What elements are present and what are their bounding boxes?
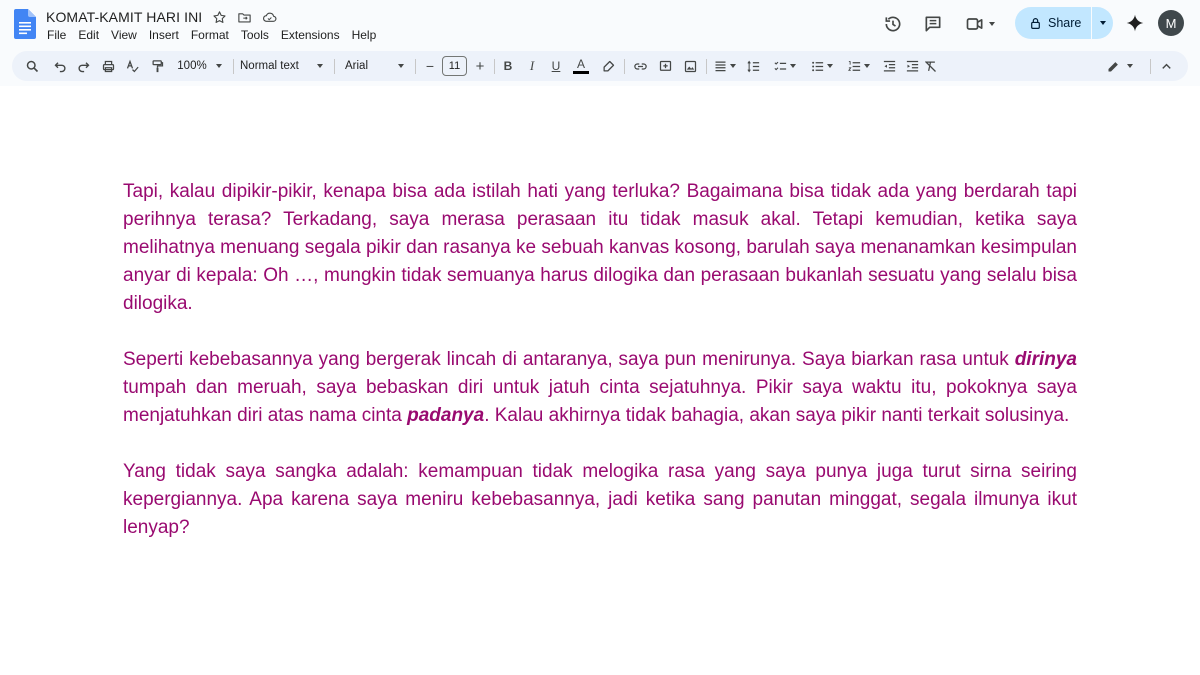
lock-icon: [1031, 17, 1040, 29]
document-title[interactable]: KOMAT-KAMIT HARI INI: [46, 9, 202, 25]
line-spacing-icon[interactable]: [742, 51, 764, 81]
add-comment-icon[interactable]: [654, 51, 676, 81]
menu-help[interactable]: Help: [346, 27, 383, 43]
title-row: KOMAT-KAMIT HARI INI: [46, 7, 277, 27]
paint-format-icon[interactable]: [146, 51, 168, 81]
menu-file[interactable]: File: [41, 27, 72, 43]
decrease-font-size-button[interactable]: −: [421, 51, 439, 81]
toolbar-divider: [415, 59, 416, 74]
edit-mode-icon[interactable]: [1099, 51, 1139, 81]
italic-label: I: [529, 58, 535, 73]
app-header: KOMAT-KAMIT HARI INI File Edit View Inse…: [0, 0, 1200, 48]
collapse-icon[interactable]: [1155, 51, 1177, 81]
document-page[interactable]: Tapi, kalau dipikir-pikir, kenapa bisa a…: [0, 86, 1200, 675]
numbered-caret-icon: [863, 64, 870, 68]
toolbar-divider: [233, 59, 234, 74]
text-color-label: A: [576, 57, 585, 71]
cloud-icon[interactable]: [261, 9, 277, 25]
toolbar-divider: [1150, 59, 1151, 74]
menu-edit[interactable]: Edit: [72, 27, 105, 43]
toolbar-divider: [624, 59, 625, 74]
font-select[interactable]: Arial: [345, 51, 385, 81]
indent-decrease-icon[interactable]: [878, 51, 900, 81]
style-value: Normal text: [240, 60, 299, 72]
underline-label: U: [551, 59, 561, 73]
toolbar-divider: [494, 59, 495, 74]
font-size-input[interactable]: 11: [442, 56, 467, 76]
formatting-toolbar: 100% Normal text Arial − 11 + B I U A: [12, 51, 1188, 81]
font-caret-icon[interactable]: [394, 51, 408, 81]
toolbar-divider: [706, 59, 707, 74]
underline-button[interactable]: U: [547, 51, 565, 81]
italic-button[interactable]: I: [523, 51, 541, 81]
docs-logo[interactable]: [14, 9, 36, 39]
link-icon[interactable]: [629, 51, 651, 81]
edit-mode-caret-icon: [1126, 64, 1133, 68]
paragraph-2-text-e: . Kalau akhirnya tidak bahagia, akan say…: [484, 405, 1070, 426]
menu-insert[interactable]: Insert: [143, 27, 185, 43]
bullet-caret-icon: [826, 64, 833, 68]
share-label: Share: [1048, 16, 1082, 30]
bullet-list-icon[interactable]: [804, 51, 838, 81]
checklist-icon[interactable]: [767, 51, 801, 81]
redo-icon[interactable]: [72, 51, 94, 81]
paragraph-2[interactable]: Seperti kebebasannya yang bergerak linca…: [123, 346, 1077, 430]
print-icon[interactable]: [97, 51, 119, 81]
menu-extensions[interactable]: Extensions: [275, 27, 346, 43]
zoom-select[interactable]: 100%: [172, 51, 212, 81]
history-icon[interactable]: [879, 10, 907, 38]
spellcheck-icon[interactable]: [121, 51, 143, 81]
align-icon[interactable]: [710, 51, 738, 81]
share-button[interactable]: Share: [1015, 7, 1113, 39]
emphasis-dirinya: dirinya: [1014, 349, 1077, 370]
meet-caret-icon: [989, 22, 995, 26]
align-caret-icon: [729, 64, 736, 68]
star-icon[interactable]: [211, 9, 227, 25]
gemini-icon[interactable]: [1123, 11, 1147, 35]
account-avatar[interactable]: M: [1158, 10, 1184, 36]
highlight-icon[interactable]: [598, 51, 618, 81]
share-main[interactable]: Share: [1015, 7, 1091, 39]
paragraph-2-text-a: Seperti kebebasannya yang bergerak linca…: [123, 349, 1015, 370]
comment-icon[interactable]: [919, 10, 947, 38]
share-options-button[interactable]: [1091, 7, 1113, 39]
text-color-swatch: [573, 71, 589, 74]
zoom-caret-icon[interactable]: [212, 51, 226, 81]
clear-format-icon[interactable]: [919, 51, 941, 81]
search-icon[interactable]: [20, 51, 44, 81]
menu-tools[interactable]: Tools: [235, 27, 275, 43]
menu-view[interactable]: View: [105, 27, 143, 43]
bold-button[interactable]: B: [499, 51, 517, 81]
meet-icon[interactable]: [960, 10, 1000, 38]
emphasis-padanya: padanya: [407, 405, 485, 426]
undo-icon[interactable]: [49, 51, 71, 81]
share-caret-icon: [1099, 21, 1106, 25]
menu-bar: File Edit View Insert Format Tools Exten…: [41, 27, 382, 43]
decrease-font-label: −: [425, 58, 435, 74]
increase-font-label: +: [475, 57, 485, 75]
increase-font-size-button[interactable]: +: [471, 51, 489, 81]
font-value: Arial: [345, 60, 369, 72]
menu-format[interactable]: Format: [185, 27, 235, 43]
paragraph-1[interactable]: Tapi, kalau dipikir-pikir, kenapa bisa a…: [123, 178, 1077, 318]
image-icon[interactable]: [679, 51, 701, 81]
bold-label: B: [503, 59, 513, 73]
zoom-value: 100%: [177, 60, 207, 72]
paragraph-3[interactable]: Yang tidak saya sangka adalah: kemampuan…: [123, 458, 1077, 542]
text-color-icon[interactable]: A: [571, 51, 591, 81]
toolbar-divider: [334, 59, 335, 74]
style-select[interactable]: Normal text: [240, 51, 310, 81]
document-body[interactable]: Tapi, kalau dipikir-pikir, kenapa bisa a…: [123, 178, 1077, 570]
style-caret-icon[interactable]: [313, 51, 327, 81]
move-folder-icon[interactable]: [236, 9, 252, 25]
numbered-list-icon[interactable]: [841, 51, 875, 81]
checklist-caret-icon: [789, 64, 796, 68]
header-actions: Share M: [870, 7, 1200, 39]
